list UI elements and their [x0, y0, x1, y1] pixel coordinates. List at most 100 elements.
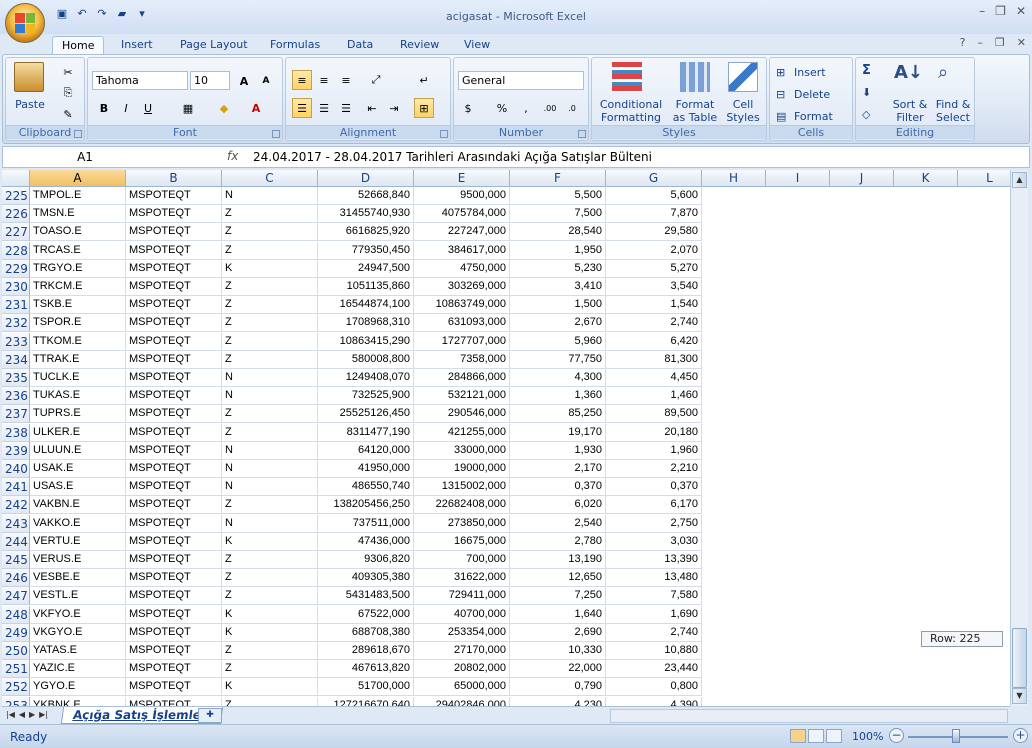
empty-cell[interactable] [830, 587, 894, 605]
empty-cell[interactable] [766, 405, 830, 423]
empty-cell[interactable] [958, 278, 1010, 296]
empty-cell[interactable] [958, 296, 1010, 314]
empty-cell[interactable] [958, 260, 1010, 278]
find-select-icon[interactable]: ⌕ [938, 62, 968, 92]
paste-icon[interactable] [14, 62, 44, 92]
cell-c[interactable]: Z [222, 241, 318, 260]
cell-a[interactable]: ULKER.E [30, 423, 126, 442]
empty-cell[interactable] [958, 515, 1010, 533]
cell-e[interactable]: 4750,000 [414, 259, 510, 278]
scroll-up-icon[interactable]: ▲ [1012, 172, 1027, 188]
cell-b[interactable]: MSPOTEQT [126, 496, 222, 515]
empty-cell[interactable] [894, 405, 958, 423]
close-icon[interactable]: ✕ [1016, 4, 1026, 18]
cell-c[interactable]: Z [222, 405, 318, 424]
empty-cell[interactable] [958, 314, 1010, 332]
cell-d[interactable]: 409305,380 [318, 569, 414, 588]
cell-f[interactable]: 3,410 [510, 278, 606, 296]
cell-f[interactable]: 7,250 [510, 587, 606, 606]
cell-d[interactable]: 6616825,920 [318, 223, 414, 242]
tab-page-layout[interactable]: Page Layout [171, 36, 257, 54]
empty-cell[interactable] [894, 496, 958, 514]
cell-e[interactable]: 421255,000 [414, 423, 510, 442]
empty-cell[interactable] [894, 660, 958, 678]
clear-icon[interactable]: ◇ [862, 108, 870, 121]
cell-a[interactable]: YAZIC.E [30, 660, 126, 679]
empty-cell[interactable] [766, 260, 830, 278]
cell-e[interactable]: 273850,000 [414, 514, 510, 533]
empty-cell[interactable] [702, 515, 766, 533]
empty-cell[interactable] [894, 697, 958, 706]
cell-f[interactable]: 6,020 [510, 496, 606, 515]
decrease-decimal-button[interactable]: .0 [562, 98, 582, 118]
page-break-view-icon[interactable] [826, 729, 842, 743]
cell-d[interactable]: 64120,000 [318, 441, 414, 460]
cell-g[interactable]: 20,180 [606, 423, 702, 442]
column-header-l[interactable]: L [958, 170, 1010, 187]
row-header[interactable]: 236 [2, 387, 30, 406]
empty-cell[interactable] [958, 460, 1010, 478]
empty-cell[interactable] [766, 642, 830, 660]
cell-a[interactable]: TRCAS.E [30, 241, 126, 260]
cell-d[interactable]: 138205456,250 [318, 496, 414, 515]
empty-cell[interactable] [766, 515, 830, 533]
empty-cell[interactable] [958, 569, 1010, 587]
empty-cell[interactable] [766, 606, 830, 624]
cell-e[interactable]: 729411,000 [414, 587, 510, 606]
cell-d[interactable]: 31455740,930 [318, 205, 414, 224]
empty-cell[interactable] [830, 678, 894, 696]
borders-icon[interactable]: ▦ [178, 98, 198, 118]
empty-cell[interactable] [894, 369, 958, 387]
paste-button-label[interactable]: Paste [10, 98, 50, 111]
cell-e[interactable]: 532121,000 [414, 387, 510, 406]
empty-cell[interactable] [702, 242, 766, 260]
empty-cell[interactable] [766, 624, 830, 642]
empty-cell[interactable] [894, 205, 958, 223]
empty-cell[interactable] [958, 242, 1010, 260]
empty-cell[interactable] [766, 223, 830, 241]
align-right-icon[interactable]: ☰ [336, 98, 356, 118]
cell-b[interactable]: MSPOTEQT [126, 369, 222, 387]
cell-a[interactable]: VKFYO.E [30, 605, 126, 624]
empty-cell[interactable] [830, 333, 894, 351]
cell-c[interactable]: N [222, 187, 318, 205]
empty-cell[interactable] [766, 569, 830, 587]
cell-e[interactable]: 1727707,000 [414, 332, 510, 351]
tab-review[interactable]: Review [391, 36, 448, 54]
empty-cell[interactable] [894, 260, 958, 278]
cell-g[interactable]: 6,420 [606, 332, 702, 351]
empty-cell[interactable] [702, 551, 766, 569]
cell-d[interactable]: 25525126,450 [318, 405, 414, 424]
cell-e[interactable]: 631093,000 [414, 314, 510, 333]
cell-e[interactable]: 40700,000 [414, 605, 510, 624]
cell-a[interactable]: TUKAS.E [30, 387, 126, 406]
empty-cell[interactable] [958, 478, 1010, 496]
cell-a[interactable]: TRGYO.E [30, 259, 126, 278]
cell-a[interactable]: TOASO.E [30, 223, 126, 242]
cell-e[interactable]: 227247,000 [414, 223, 510, 242]
cell-d[interactable]: 51700,000 [318, 678, 414, 697]
percent-button[interactable]: % [492, 98, 512, 118]
cell-f[interactable]: 22,000 [510, 660, 606, 679]
empty-cell[interactable] [830, 242, 894, 260]
name-box[interactable]: A1 [5, 148, 165, 166]
empty-cell[interactable] [702, 260, 766, 278]
empty-cell[interactable] [958, 223, 1010, 241]
cell-c[interactable]: Z [222, 205, 318, 224]
cell-b[interactable]: MSPOTEQT [126, 205, 222, 224]
orientation-icon[interactable]: ⤢ [366, 70, 386, 90]
cell-g[interactable]: 2,210 [606, 460, 702, 478]
cell-d[interactable]: 580008,800 [318, 350, 414, 369]
empty-cell[interactable] [894, 351, 958, 369]
conditional-formatting-label[interactable]: Conditional [596, 98, 666, 111]
cell-a[interactable]: VERTU.E [30, 532, 126, 551]
cell-e[interactable]: 4075784,000 [414, 205, 510, 224]
cell-b[interactable]: MSPOTEQT [126, 623, 222, 642]
cell-f[interactable]: 5,230 [510, 259, 606, 278]
cell-g[interactable]: 5,270 [606, 259, 702, 278]
empty-cell[interactable] [830, 351, 894, 369]
empty-cell[interactable] [958, 351, 1010, 369]
format-as-table-label-2[interactable]: as Table [668, 111, 722, 124]
cell-g[interactable]: 10,880 [606, 642, 702, 660]
cell-e[interactable]: 20802,000 [414, 660, 510, 679]
